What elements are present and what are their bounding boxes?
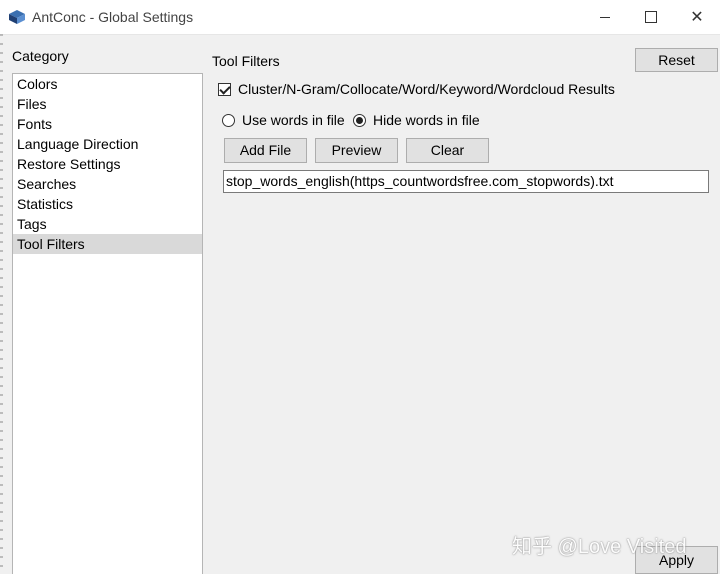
category-item-statistics[interactable]: Statistics — [13, 194, 202, 214]
checkmark-icon — [219, 82, 231, 95]
category-list[interactable]: Colors Files Fonts Language Direction Re… — [12, 73, 203, 574]
category-item-fonts[interactable]: Fonts — [13, 114, 202, 134]
add-file-button[interactable]: Add File — [224, 138, 307, 163]
window-title: AntConc - Global Settings — [32, 9, 194, 25]
maximize-button[interactable] — [628, 0, 674, 34]
preview-button[interactable]: Preview — [315, 138, 398, 163]
use-words-radio[interactable] — [222, 113, 235, 127]
minimize-icon — [600, 16, 610, 18]
radio-selected-dot-icon — [356, 116, 363, 124]
category-item-tags[interactable]: Tags — [13, 214, 202, 234]
close-icon: ✕ — [690, 9, 704, 26]
category-item-language-direction[interactable]: Language Direction — [13, 134, 202, 154]
category-item-tool-filters[interactable]: Tool Filters — [13, 234, 202, 254]
hide-words-option[interactable]: Hide words in file — [353, 111, 480, 129]
results-filter-label: Cluster/N-Gram/Collocate/Word/Keyword/Wo… — [238, 81, 615, 97]
results-filter-checkbox[interactable] — [218, 82, 231, 96]
use-words-option[interactable]: Use words in file — [222, 111, 345, 129]
hide-words-radio[interactable] — [353, 113, 366, 127]
category-item-colors[interactable]: Colors — [13, 74, 202, 94]
reset-button[interactable]: Reset — [635, 48, 718, 72]
use-words-label: Use words in file — [242, 112, 345, 128]
maximize-icon — [645, 11, 657, 23]
category-item-files[interactable]: Files — [13, 94, 202, 114]
category-item-searches[interactable]: Searches — [13, 174, 202, 194]
close-button[interactable]: ✕ — [674, 0, 720, 34]
window-resize-edge — [0, 34, 3, 571]
category-item-restore-settings[interactable]: Restore Settings — [13, 154, 202, 174]
category-label: Category — [12, 48, 69, 64]
clear-button[interactable]: Clear — [406, 138, 489, 163]
watermark: 知乎 @Love Visited — [512, 536, 687, 558]
hide-words-label: Hide words in file — [373, 112, 480, 128]
filter-file-field[interactable]: stop_words_english(https_countwordsfree.… — [223, 170, 709, 193]
title-bar: AntConc - Global Settings ✕ — [0, 0, 720, 35]
minimize-button[interactable] — [582, 0, 628, 34]
antconc-app-icon — [9, 10, 25, 24]
results-filter-option[interactable]: Cluster/N-Gram/Collocate/Word/Keyword/Wo… — [218, 80, 615, 98]
section-title: Tool Filters — [212, 53, 280, 69]
